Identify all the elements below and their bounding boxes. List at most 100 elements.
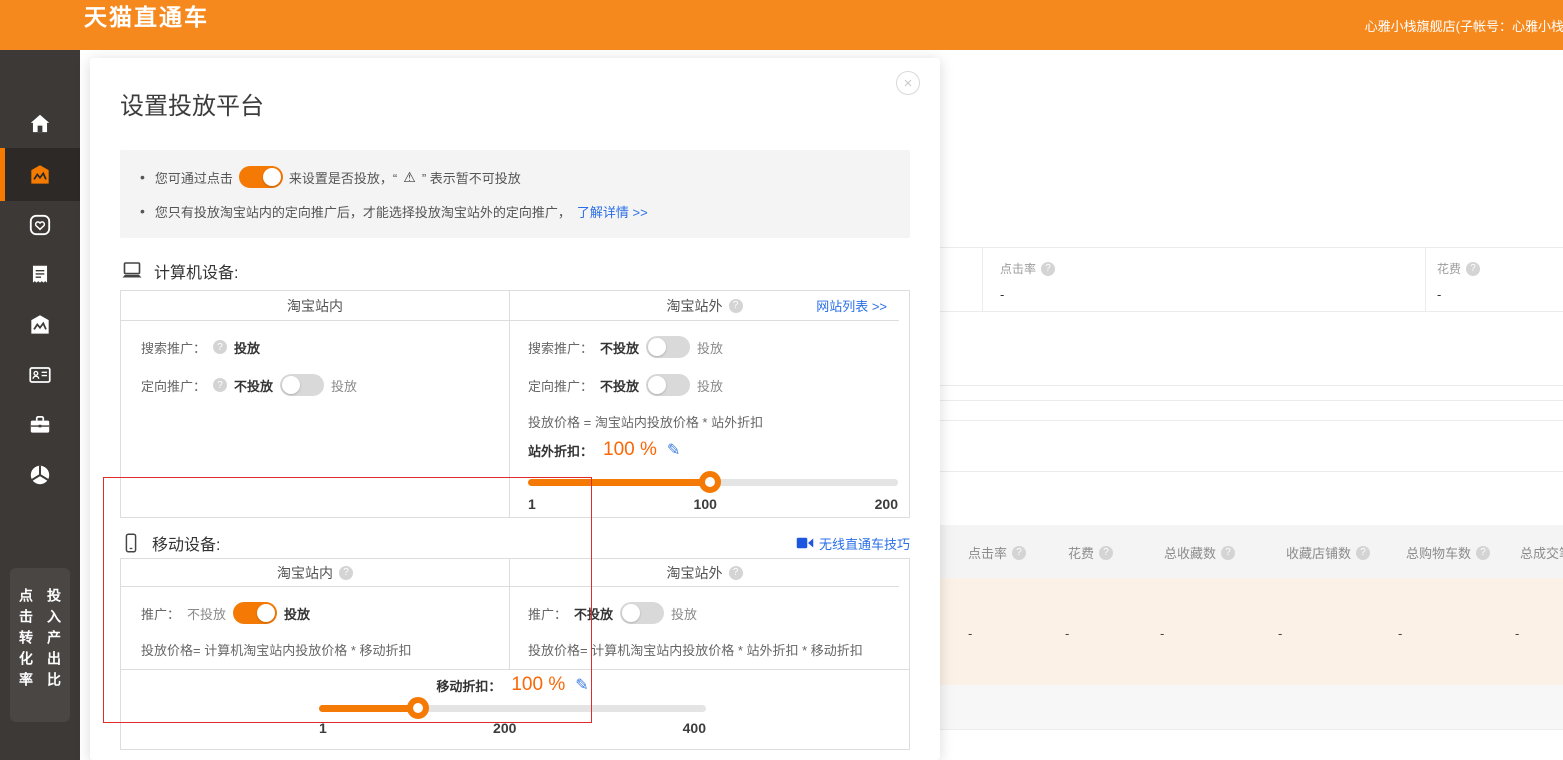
wireless-tips-link[interactable]: 无线直通车技巧 bbox=[819, 534, 910, 553]
receipt-icon bbox=[27, 262, 53, 288]
close-icon: × bbox=[904, 75, 913, 92]
row-label: 推广： bbox=[528, 604, 567, 623]
discount-label: 站外折扣： bbox=[528, 441, 593, 460]
notice-text: ” 表示暂不可投放 bbox=[422, 168, 521, 187]
state-off-label: 不投放 bbox=[600, 338, 639, 357]
column-header: 总收藏数 bbox=[1164, 543, 1216, 562]
sidebar-item-reports[interactable] bbox=[0, 250, 80, 300]
table-cell: - bbox=[1160, 626, 1164, 641]
sidebar-item-network[interactable] bbox=[0, 450, 80, 500]
banner-chart-icon bbox=[27, 162, 53, 188]
column-header: 总成交笔 bbox=[1520, 543, 1563, 562]
account-name[interactable]: 心雅小栈旗舰店(子帐号：心雅小栈旗 bbox=[1365, 16, 1563, 35]
column-header: 花费 bbox=[1068, 543, 1094, 562]
sidebar-item-campaign-active[interactable] bbox=[0, 148, 80, 201]
price-formula: 投放价格 = 淘宝站内投放价格 * 站外折扣 bbox=[528, 412, 899, 431]
taobao-onsite-header: 淘宝站内 bbox=[121, 291, 509, 321]
help-icon[interactable]: ? bbox=[213, 378, 227, 392]
metric-vertical-label: 点击转化率 bbox=[16, 588, 36, 722]
table-cell: - bbox=[1065, 626, 1069, 641]
briefcase-icon bbox=[27, 412, 53, 438]
state-off-label: 不投放 bbox=[187, 604, 226, 623]
computer-section-header: 计算机设备: bbox=[120, 258, 910, 284]
help-icon[interactable]: ? bbox=[213, 340, 227, 354]
offsite-discount-slider[interactable] bbox=[528, 479, 898, 486]
edit-pencil-icon[interactable]: ✎ bbox=[667, 440, 680, 460]
slider-handle[interactable] bbox=[699, 471, 721, 493]
table-row: - - - - - - bbox=[940, 578, 1563, 685]
divider bbox=[940, 420, 1563, 421]
help-icon[interactable]: ? bbox=[729, 299, 743, 313]
divider bbox=[940, 400, 1563, 401]
example-toggle[interactable] bbox=[239, 166, 283, 188]
summary-metric-ctr: 点击率 ? - bbox=[1000, 260, 1055, 302]
table-cell: - bbox=[1515, 626, 1519, 641]
table-row-empty bbox=[940, 685, 1563, 730]
metric-value: - bbox=[1000, 287, 1055, 302]
pc-offsite-search-toggle[interactable] bbox=[646, 336, 690, 358]
app-logo[interactable]: 天猫直通车 阿里妈妈旗下产品 bbox=[28, 4, 214, 50]
help-icon[interactable]: ? bbox=[729, 566, 743, 580]
column-header: 总购物车数 bbox=[1406, 543, 1471, 562]
search-promo-row: 搜索推广： 不投放 投放 bbox=[528, 335, 899, 359]
slider-handle[interactable] bbox=[407, 697, 429, 719]
discount-value: 100 % bbox=[603, 439, 657, 461]
banner-chart-icon bbox=[27, 312, 53, 338]
pc-onsite-target-toggle[interactable] bbox=[280, 374, 324, 396]
topbar: 天猫直通车 阿里妈妈旗下产品 心雅小栈旗舰店(子帐号：心雅小栈旗 bbox=[0, 0, 1563, 50]
state-on-label: 投放 bbox=[331, 376, 357, 395]
mobile-offsite-toggle[interactable] bbox=[620, 602, 664, 624]
price-formula: 投放价格= 计算机淘宝站内投放价格 * 站外折扣 * 移动折扣 bbox=[528, 640, 899, 659]
notice-text: 您只有投放淘宝站内的定向推广后，才能选择投放淘宝站外的定向推广， bbox=[155, 202, 571, 221]
home-icon bbox=[27, 111, 53, 137]
sidebar-item-creative[interactable] bbox=[0, 300, 80, 350]
pc-offsite-target-toggle[interactable] bbox=[646, 374, 690, 396]
pie-network-icon bbox=[27, 462, 53, 488]
sidebar-item-tools[interactable] bbox=[0, 400, 80, 450]
close-button[interactable]: × bbox=[896, 71, 920, 95]
sidebar-item-audience[interactable] bbox=[0, 350, 80, 400]
computer-icon bbox=[120, 259, 144, 283]
help-icon[interactable]: ? bbox=[1476, 546, 1490, 560]
learn-more-link[interactable]: 了解详情 >> bbox=[577, 202, 648, 221]
state-off-label: 不投放 bbox=[600, 376, 639, 395]
mobile-discount-slider[interactable] bbox=[319, 705, 706, 712]
table-cell: - bbox=[968, 626, 972, 641]
column-header: 收藏店铺数 bbox=[1286, 543, 1351, 562]
divider bbox=[1425, 248, 1426, 311]
warning-icon: ⚠ bbox=[403, 169, 416, 186]
mobile-phone-icon bbox=[120, 531, 142, 555]
targeted-promo-row: 定向推广： ? 不投放 投放 bbox=[141, 373, 509, 397]
edit-pencil-icon[interactable]: ✎ bbox=[575, 675, 588, 695]
help-icon[interactable]: ? bbox=[1041, 262, 1055, 276]
bullet-icon: • bbox=[140, 203, 145, 219]
state-on-label: 投放 bbox=[234, 338, 260, 357]
table-header-row: 点击率? 花费? 总收藏数? 收藏店铺数? 总购物车数? 总成交笔? bbox=[940, 525, 1563, 578]
help-icon[interactable]: ? bbox=[1099, 546, 1113, 560]
logo-title: 天猫直通车 bbox=[84, 4, 214, 50]
row-label: 搜索推广： bbox=[141, 338, 206, 357]
state-off-label: 不投放 bbox=[234, 376, 273, 395]
row-label: 搜索推广： bbox=[528, 338, 593, 357]
section-title: 计算机设备: bbox=[154, 259, 238, 283]
sidebar-item-favorites[interactable] bbox=[0, 200, 80, 250]
mobile-onsite-toggle[interactable] bbox=[233, 602, 277, 624]
divider bbox=[940, 385, 1563, 386]
help-icon[interactable]: ? bbox=[1356, 546, 1370, 560]
sidebar-metrics-panel[interactable]: 点击转化率 投入产出比 bbox=[10, 568, 70, 722]
summary-metric-cost: 花费 ? - bbox=[1437, 260, 1480, 302]
divider bbox=[940, 247, 1563, 248]
sidebar-item-home[interactable] bbox=[0, 99, 80, 149]
help-icon[interactable]: ? bbox=[1221, 546, 1235, 560]
metric-label: 点击率 bbox=[1000, 260, 1036, 277]
help-icon[interactable]: ? bbox=[339, 566, 353, 580]
app-root: 点击率 ? - 花费 ? - 点击率? 花费? 总收藏数? 收藏店铺数? 总购物… bbox=[0, 0, 1563, 760]
notice-box: • 您可通过点击 来设置是否投放，“ ⚠ ” 表示暂不可投放 • 您只有投放淘宝… bbox=[120, 150, 910, 238]
help-icon[interactable]: ? bbox=[1466, 262, 1480, 276]
site-list-link[interactable]: 网站列表 >> bbox=[816, 296, 887, 315]
divider bbox=[940, 311, 1563, 312]
help-icon[interactable]: ? bbox=[1012, 546, 1026, 560]
notice-line-1: • 您可通过点击 来设置是否投放，“ ⚠ ” 表示暂不可投放 bbox=[140, 165, 890, 189]
taobao-onsite-header: 淘宝站内 ? bbox=[121, 559, 509, 587]
divider bbox=[982, 248, 983, 311]
